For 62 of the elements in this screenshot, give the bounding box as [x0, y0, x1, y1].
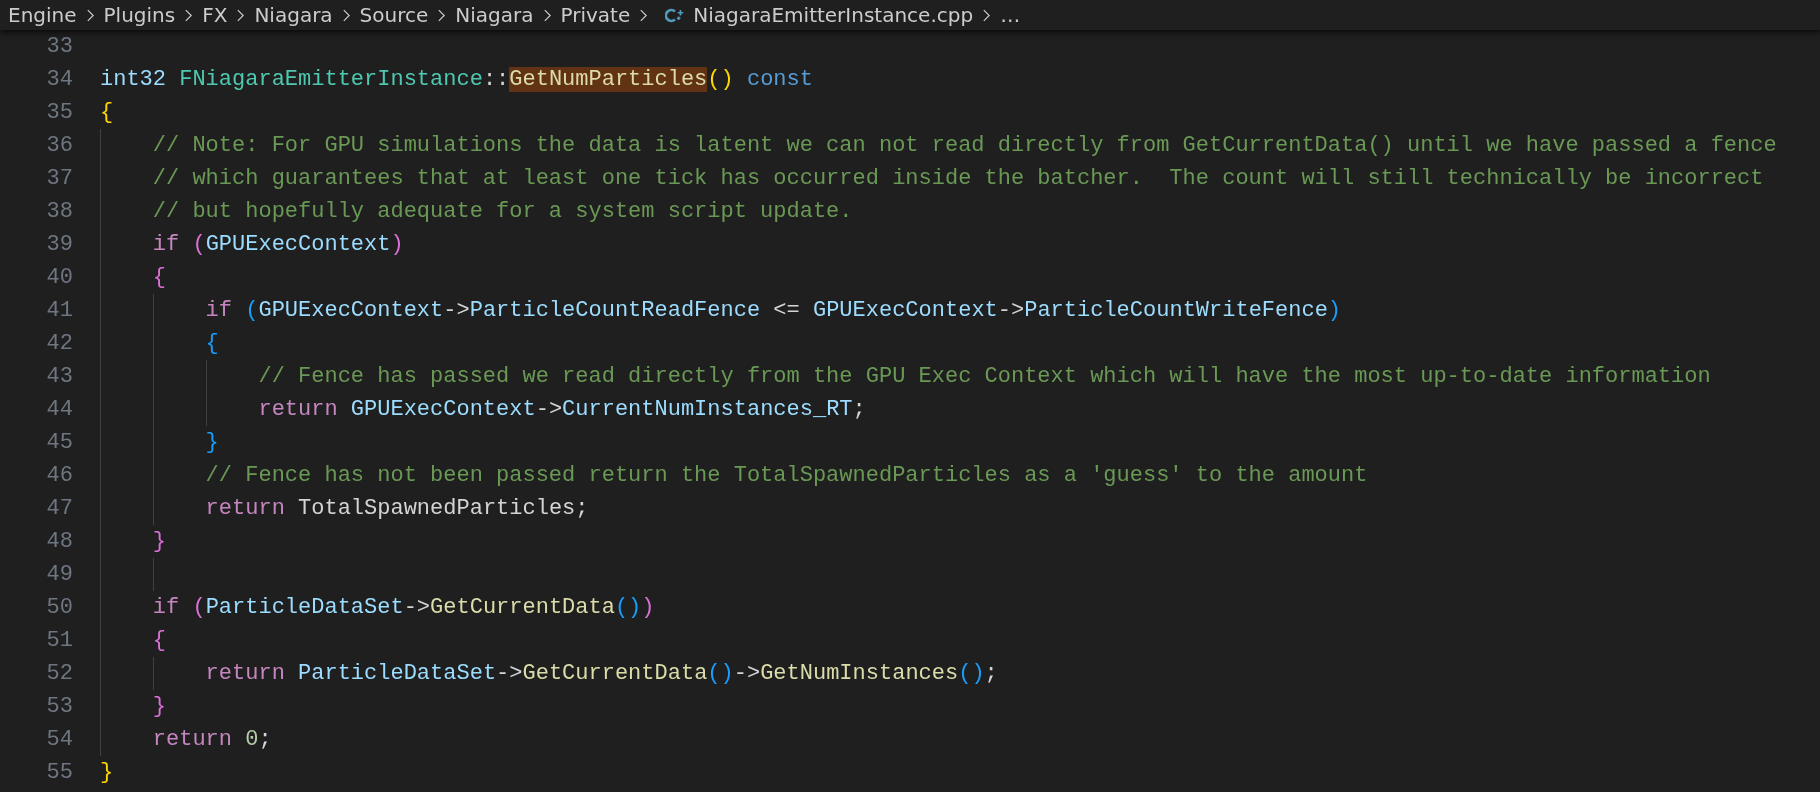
code-line: { [151, 265, 166, 290]
line-number: 47 [45, 495, 73, 523]
breadcrumb-item[interactable]: Engine [8, 3, 77, 27]
code-line: // Fence has not been passed return the TotalSpawnedParticles as a 'guess' to the amount [204, 463, 1368, 488]
line-number: 39 [45, 231, 73, 259]
code-line: return TotalSpawnedParticles; [204, 496, 589, 521]
code-line: } [100, 760, 114, 785]
line-number: 36 [45, 132, 73, 160]
line-number: 34 [45, 66, 73, 94]
breadcrumb-item[interactable]: Niagara [254, 3, 333, 27]
line-number: 43 [45, 363, 73, 391]
breadcrumb-item[interactable]: Source [359, 3, 429, 27]
code-line: { [151, 628, 166, 653]
line-number: 33 [45, 33, 73, 61]
chevron-icon [184, 7, 194, 23]
code-line: if (GPUExecContext->ParticleCountReadFence <= GPUExecContext->ParticleCountWriteFence) [204, 298, 1342, 323]
line-number: 53 [45, 693, 73, 721]
cpp-file-icon [665, 6, 686, 24]
breadcrumb-item[interactable]: Plugins [103, 3, 176, 27]
chevron-icon [341, 7, 351, 23]
line-number: 38 [45, 198, 73, 226]
code-line: // which guarantees that at least one tick has occurred inside the batcher. The count will still technically be incorrect [151, 166, 1764, 191]
code-line: return GPUExecContext->CurrentNumInstances_RT; [257, 397, 866, 422]
line-number: 49 [45, 561, 73, 589]
line-number: 48 [45, 528, 73, 556]
breadcrumb-item[interactable]: NiagaraEmitterInstance.cpp [657, 3, 974, 27]
code-line: if (GPUExecContext) [151, 232, 404, 257]
code-line: { [100, 100, 114, 125]
line-number: 46 [45, 462, 73, 490]
code-line: if (ParticleDataSet->GetCurrentData()) [151, 595, 655, 620]
chevron-icon [236, 7, 246, 23]
line-number: 54 [45, 726, 73, 754]
line-number: 44 [45, 396, 73, 424]
breadcrumb-item[interactable]: … [1000, 3, 1021, 27]
line-number: 41 [45, 297, 73, 325]
chevron-icon [85, 7, 95, 23]
code-line: // but hopefully adequate for a system script update. [151, 199, 853, 224]
breadcrumb-item[interactable]: Private [560, 3, 631, 27]
line-number: 55 [45, 759, 73, 787]
code-line: } [151, 694, 166, 719]
code-line: // Fence has passed we read directly from the GPU Exec Context which will have the most up-to-date information [257, 364, 1711, 389]
breadcrumb-item[interactable]: FX [202, 3, 228, 27]
line-number: 35 [45, 99, 73, 127]
line-number: 51 [45, 627, 73, 655]
line-number: 40 [45, 264, 73, 292]
chevron-icon [982, 7, 992, 23]
code-line: return ParticleDataSet->GetCurrentData()->GetNumInstances(); [204, 661, 998, 686]
code-line: } [204, 430, 219, 455]
line-number: 42 [45, 330, 73, 358]
line-number: 45 [45, 429, 73, 457]
chevron-icon [542, 7, 552, 23]
line-number: 37 [45, 165, 73, 193]
line-number: 52 [45, 660, 73, 688]
code-line: return 0; [151, 727, 272, 752]
code-line: int32 FNiagaraEmitterInstance::GetNumParticles() const [100, 67, 813, 92]
breadcrumb-item[interactable]: Niagara [455, 3, 534, 27]
line-number: 50 [45, 594, 73, 622]
code-line: { [204, 331, 219, 356]
code-line: // Note: For GPU simulations the data is latent we can not read directly from GetCurrentData() until we have passed a fence [151, 133, 1777, 158]
chevron-icon [639, 7, 649, 23]
chevron-icon [437, 7, 447, 23]
code-line: } [151, 529, 166, 554]
